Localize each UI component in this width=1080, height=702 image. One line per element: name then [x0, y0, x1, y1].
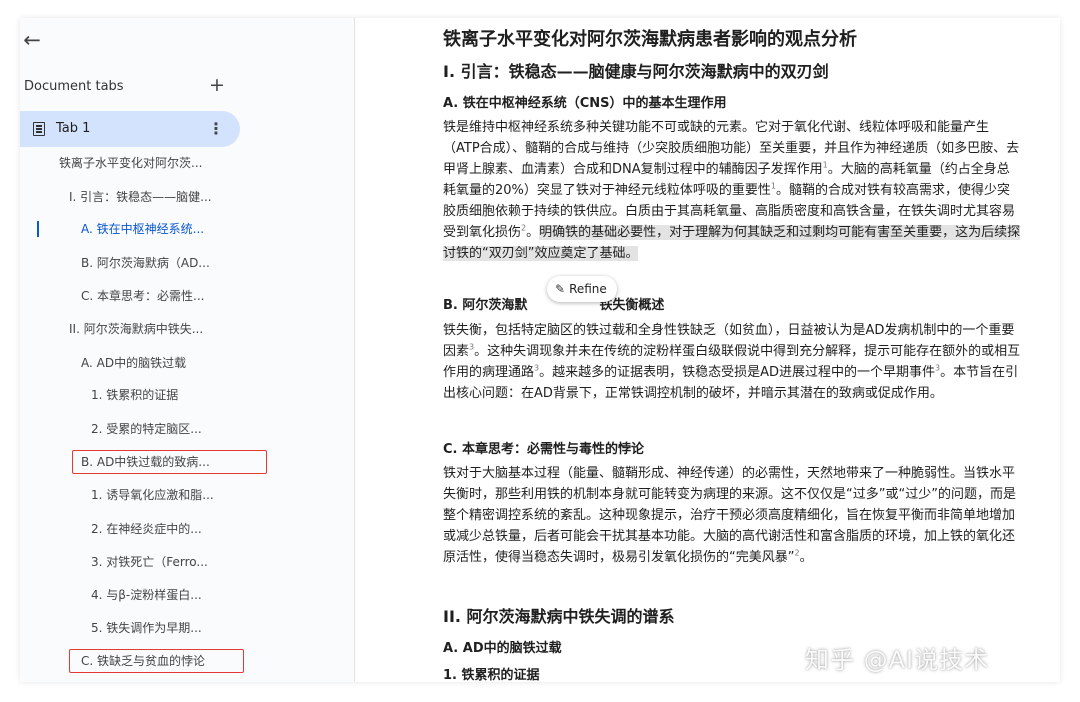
- refine-label: Refine: [569, 282, 607, 296]
- outline-item[interactable]: 5. 铁失调作为早期...: [91, 618, 202, 638]
- tab-1[interactable]: Tab 1 ⋮: [20, 111, 240, 147]
- watermark: 知乎 @AI说技术: [805, 646, 990, 674]
- outline-item[interactable]: 1. 诱导氧化应激和脂...: [91, 485, 214, 505]
- document-tabs-sidebar: ← Document tabs + Tab 1 ⋮ 铁离子水平变化对阿尔茨...…: [20, 18, 355, 682]
- back-arrow-icon[interactable]: ←: [20, 28, 44, 52]
- outline-item[interactable]: 2. 在神经炎症中的...: [91, 519, 202, 539]
- add-tab-icon[interactable]: +: [206, 74, 228, 96]
- refine-button[interactable]: ✎ Refine: [547, 276, 617, 302]
- paragraph-a[interactable]: 铁是维持中枢神经系统多种关键功能不可或缺的元素。它对于氧化代谢、线粒体呼吸和能量…: [443, 117, 1021, 264]
- outline-item[interactable]: C. 本章思考：必需性...: [81, 286, 204, 306]
- outline-item[interactable]: 2. 受累的特定脑区...: [91, 419, 202, 439]
- outline-item[interactable]: B. 阿尔茨海默病（AD...: [81, 253, 210, 273]
- paragraph-text: 铁对于大脑基本过程（能量、髓鞘形成、神经传递）的必需性，天然地带来了一种脆弱性。…: [443, 466, 1016, 565]
- paragraph-c[interactable]: 铁对于大脑基本过程（能量、髓鞘形成、神经传递）的必需性，天然地带来了一种脆弱性。…: [443, 463, 1021, 568]
- outline-item[interactable]: I. 引言：铁稳态——脑健...: [69, 187, 212, 207]
- outline-item[interactable]: 3. 对铁死亡（Ferro...: [91, 552, 208, 572]
- document-tabs-heading: Document tabs: [24, 79, 124, 94]
- more-options-icon[interactable]: ⋮: [208, 117, 224, 141]
- paragraph-text: 。越来越多的证据表明，铁稳态受损是AD进展过程中的一个早期事件: [539, 365, 936, 380]
- outline-item[interactable]: A. AD中的脑铁过载: [81, 353, 186, 373]
- section-heading: I. 引言：铁稳态——脑健康与阿尔茨海默病中的双刃剑: [443, 62, 829, 81]
- document-title: 铁离子水平变化对阿尔茨海默病患者影响的观点分析: [443, 29, 857, 50]
- outline-item-active[interactable]: A. 铁在中枢神经系统...: [81, 219, 204, 239]
- section-heading: II. 阿尔茨海默病中铁失调的谱系: [443, 607, 675, 626]
- active-outline-marker: [37, 221, 39, 237]
- annotation-highlight-box: [69, 649, 244, 673]
- app-window: ← Document tabs + Tab 1 ⋮ 铁离子水平变化对阿尔茨...…: [20, 18, 1060, 682]
- document-page: 铁离子水平变化对阿尔茨海默病患者影响的观点分析 I. 引言：铁稳态——脑健康与阿…: [355, 18, 1060, 682]
- outline-item[interactable]: 铁离子水平变化对阿尔茨...: [59, 153, 202, 173]
- tab-label: Tab 1: [56, 121, 91, 136]
- outline-item[interactable]: 4. 与β-淀粉样蛋白...: [91, 585, 202, 605]
- outline-item[interactable]: II. 阿尔茨海默病中铁失...: [69, 319, 203, 339]
- outline-item[interactable]: 1. 铁累积的证据: [91, 385, 178, 405]
- subsection-heading: A. AD中的脑铁过载: [443, 641, 562, 656]
- paragraph-b[interactable]: 铁失衡，包括特定脑区的铁过载和全身性铁缺乏（如贫血），日益被认为是AD发病机制中…: [443, 320, 1021, 404]
- magic-wand-icon: ✎: [555, 282, 566, 296]
- paragraph-text: 。: [526, 225, 540, 240]
- document-icon: [33, 122, 45, 136]
- subsection-heading: 1. 铁累积的证据: [443, 668, 540, 682]
- subsection-heading: C. 本章思考：必需性与毒性的悖论: [443, 442, 645, 457]
- subsection-heading-left: B. 阿尔茨海默: [443, 298, 528, 313]
- annotation-highlight-box: [72, 450, 267, 474]
- subsection-heading: A. 铁在中枢神经系统（CNS）中的基本生理作用: [443, 96, 727, 111]
- paragraph-text: 。: [799, 550, 813, 565]
